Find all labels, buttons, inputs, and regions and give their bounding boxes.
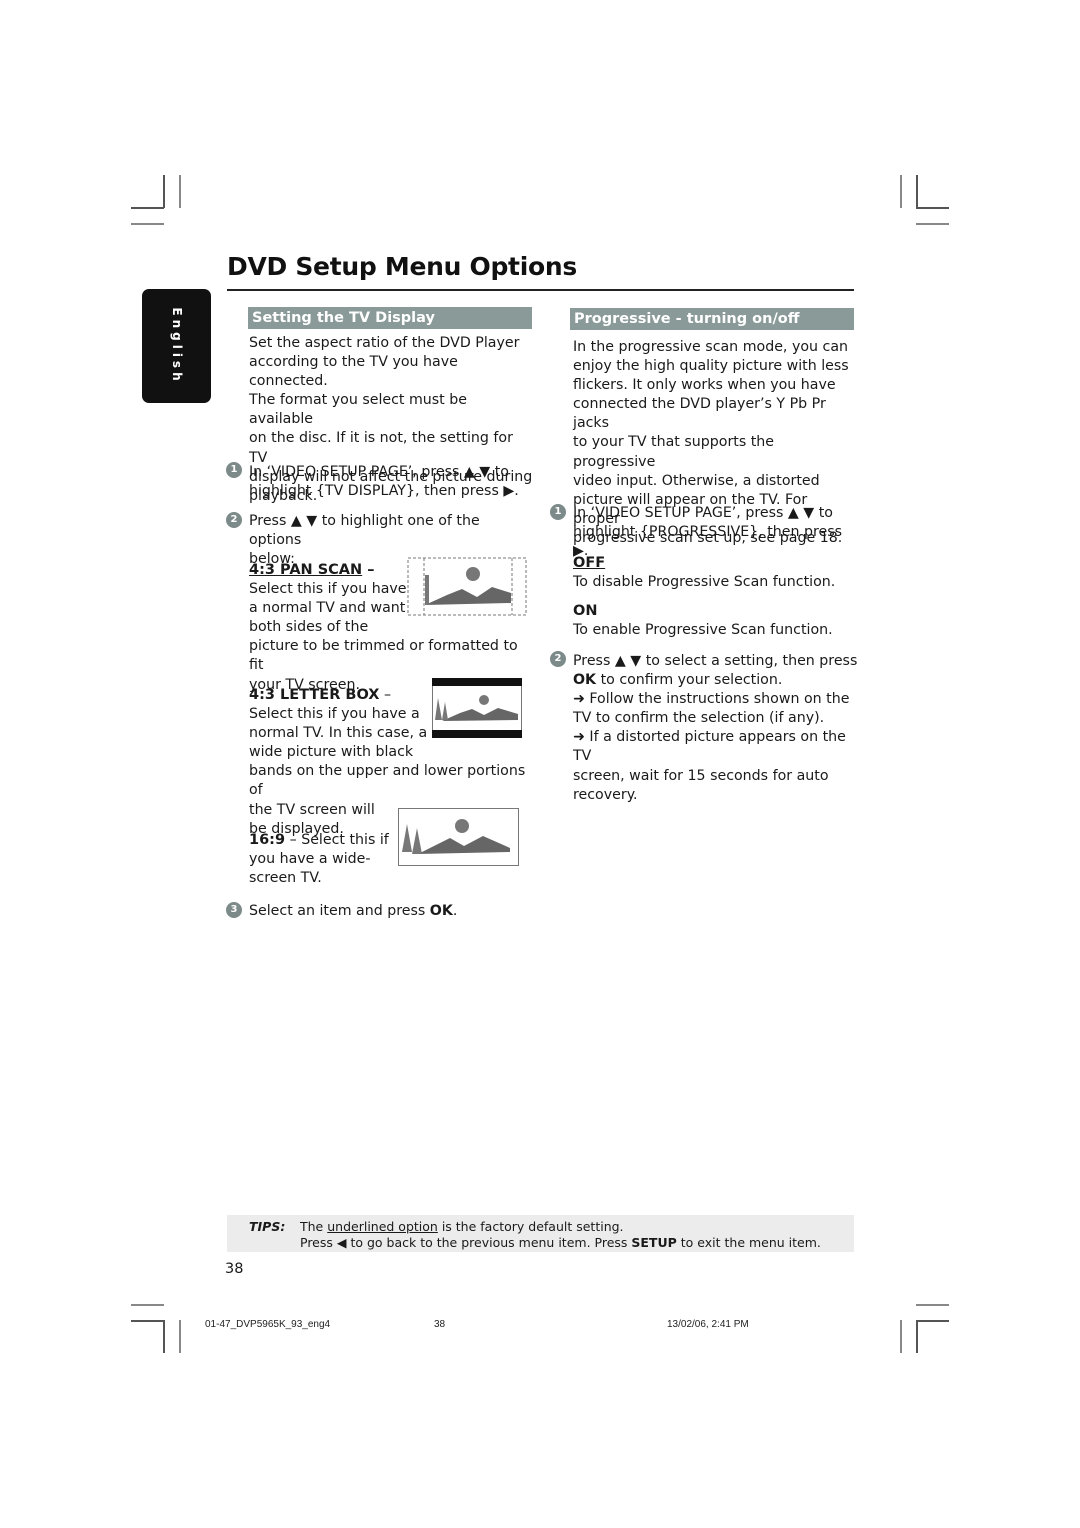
option-title-pan-scan: 4:3 PAN SCAN xyxy=(249,562,363,578)
step-number-3: 3 xyxy=(226,902,242,918)
note-line: TV to confirm the selection (if any). xyxy=(573,710,825,727)
title-divider xyxy=(227,289,854,291)
text-span: underlined option xyxy=(327,1219,438,1234)
text-line: Set the aspect ratio of the DVD Player xyxy=(249,335,520,351)
step-number-1: 1 xyxy=(550,504,566,520)
step-number-2: 2 xyxy=(550,651,566,667)
ok-key-label: OK xyxy=(573,672,597,689)
section-heading-tv-display: Setting the TV Display xyxy=(248,307,532,329)
note-line: recovery. xyxy=(573,786,638,803)
crop-mark xyxy=(131,207,164,209)
section-heading-progressive: Progressive - turning on/off xyxy=(570,308,854,330)
note-line: ➜ Follow the instructions shown on the xyxy=(573,691,850,708)
text-line: on the disc. If it is not, the setting f… xyxy=(249,430,513,466)
page-number: 38 xyxy=(225,1261,244,1277)
option-off: OFF To disable Progressive Scan function… xyxy=(573,554,858,592)
text-span: Press ◀ to go back to the previous menu … xyxy=(300,1235,632,1250)
crop-mark xyxy=(131,223,164,225)
crop-mark xyxy=(916,175,918,208)
text-line: screen TV. xyxy=(249,870,322,887)
option-title-16-9: 16:9 xyxy=(249,832,286,848)
crop-mark xyxy=(131,1320,164,1322)
crop-mark xyxy=(163,175,165,208)
tips-line-2: Press ◀ to go back to the previous menu … xyxy=(300,1235,821,1250)
language-tab: English xyxy=(142,289,211,403)
option-title-off: OFF xyxy=(573,555,606,571)
text-span: to exit the menu item. xyxy=(676,1235,821,1250)
widescreen-illustration xyxy=(398,808,519,866)
text-line: enjoy the high quality picture with less xyxy=(573,358,849,375)
text-line: highlight {TV DISPLAY}, then press ▶. xyxy=(249,483,519,500)
text-span: The xyxy=(300,1219,328,1234)
note-line: screen, wait for 15 seconds for auto xyxy=(573,767,829,784)
crop-mark xyxy=(179,175,181,208)
text-line: picture to be trimmed or formatted to fi… xyxy=(249,638,518,674)
progressive-step-1: In ‘VIDEO SETUP PAGE’, press ▲ ▼ to high… xyxy=(573,504,858,561)
text-line: Select an item and press xyxy=(249,903,430,919)
text-line: Press ▲ ▼ to select a setting, then pres… xyxy=(573,653,858,669)
slug-page: 38 xyxy=(434,1319,446,1330)
text-line: Press ▲ ▼ to highlight one of the option… xyxy=(249,513,480,549)
ok-key-label: OK xyxy=(429,903,453,919)
text-line: flickers. It only works when you have xyxy=(573,377,836,394)
letter-box-illustration xyxy=(432,678,522,738)
text-line: to confirm your selection. xyxy=(596,672,783,689)
progressive-step-2: Press ▲ ▼ to select a setting, then pres… xyxy=(573,652,858,805)
option-description: To enable Progressive Scan function. xyxy=(573,622,833,639)
text-line: video input. Otherwise, a distorted xyxy=(573,472,820,489)
crop-mark xyxy=(916,207,949,209)
tv-display-step-1: In ‘VIDEO SETUP PAGE’, press ▲ ▼ to high… xyxy=(249,463,534,501)
crop-mark xyxy=(900,1320,902,1353)
crop-mark xyxy=(916,1304,949,1306)
setup-key-label: SETUP xyxy=(631,1235,677,1250)
crop-mark xyxy=(916,1320,918,1353)
note-line: ➜ If a distorted picture appears on the … xyxy=(573,729,846,765)
slug-timestamp: 13/02/06, 2:41 PM xyxy=(667,1319,749,1330)
crop-mark xyxy=(916,1320,949,1322)
text-line: both sides of the xyxy=(249,619,369,636)
text-span: is the factory default setting. xyxy=(437,1219,624,1234)
option-title-on: ON xyxy=(573,603,598,619)
option-dash: – Select this if xyxy=(285,832,389,848)
step-number-2: 2 xyxy=(226,512,242,528)
text-line: In ‘VIDEO SETUP PAGE’, press ▲ ▼ to xyxy=(573,505,833,521)
text-line: In the progressive scan mode, you can xyxy=(573,339,849,355)
step-number-1: 1 xyxy=(226,462,242,478)
crop-mark xyxy=(900,175,902,208)
option-dash: – xyxy=(362,562,375,578)
crop-mark xyxy=(163,1320,165,1353)
page-title: DVD Setup Menu Options xyxy=(227,252,577,281)
crop-mark xyxy=(131,1304,164,1306)
text-line: to your TV that supports the progressive xyxy=(573,434,775,470)
text-line: according to the TV you have connected. xyxy=(249,354,458,390)
option-title-letter-box: 4:3 LETTER BOX xyxy=(249,687,380,703)
pan-scan-illustration xyxy=(407,557,527,616)
option-on: ON To enable Progressive Scan function. xyxy=(573,602,858,640)
tips-label: TIPS: xyxy=(249,1219,286,1234)
crop-mark xyxy=(179,1320,181,1353)
crop-mark xyxy=(916,223,949,225)
tips-line-1: The underlined option is the factory def… xyxy=(300,1219,624,1234)
language-tab-label: English xyxy=(169,307,184,385)
text-line: The format you select must be available xyxy=(249,392,467,428)
option-dash: – xyxy=(379,687,392,703)
text-punct: . xyxy=(452,903,458,919)
text-line: bands on the upper and lower portions of xyxy=(249,763,526,799)
text-line: In ‘VIDEO SETUP PAGE’, press ▲ ▼ to xyxy=(249,464,509,480)
slug-filename: 01-47_DVP5965K_93_eng4 xyxy=(205,1319,331,1330)
tv-display-step-3: Select an item and press OK. xyxy=(249,902,534,921)
option-description: To disable Progressive Scan function. xyxy=(573,574,836,591)
text-line: wide picture with black xyxy=(249,744,414,761)
text-line: connected the DVD player’s Y Pb Pr jacks xyxy=(573,396,826,432)
